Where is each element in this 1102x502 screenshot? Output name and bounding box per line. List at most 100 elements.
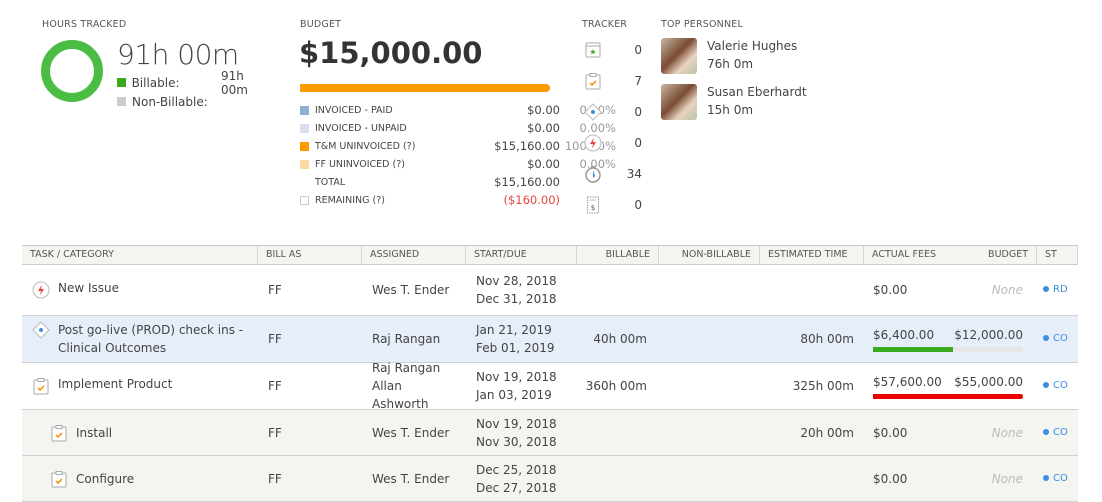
column-header[interactable]: TASK / CATEGORY bbox=[22, 246, 258, 264]
status-badge[interactable]: CO bbox=[1043, 330, 1072, 348]
tracker-item[interactable]: $0 bbox=[582, 189, 642, 220]
task-name[interactable]: Configure bbox=[76, 470, 134, 488]
column-header[interactable]: START/DUE bbox=[466, 246, 577, 264]
actual-fees: $0.00 bbox=[873, 471, 908, 486]
bill-as: FF bbox=[268, 332, 282, 346]
budget-breakdown: INVOICED - PAID$0.000.00%INVOICED - UNPA… bbox=[300, 101, 616, 209]
tracker-count: 0 bbox=[634, 135, 642, 150]
budget-row-name: INVOICED - PAID bbox=[300, 105, 460, 116]
column-header[interactable]: ESTIMATED TIME bbox=[760, 246, 864, 264]
budget-row-name: TOTAL bbox=[300, 177, 460, 188]
billable-swatch bbox=[117, 78, 126, 87]
status-badge[interactable]: RD bbox=[1043, 281, 1072, 299]
column-header[interactable]: BILL AS bbox=[258, 246, 362, 264]
tracker-count: 0 bbox=[634, 197, 642, 212]
task-budget: None bbox=[991, 471, 1023, 486]
table-row[interactable]: Post go-live (PROD) check ins - Clinical… bbox=[22, 316, 1078, 363]
budget-row-value: ($160.00) bbox=[503, 193, 560, 207]
actual-fees: $6,400.00 bbox=[873, 328, 935, 342]
tracker-item[interactable]: 0 bbox=[582, 127, 642, 158]
actual-fees: $0.00 bbox=[873, 283, 908, 297]
task-budget: $12,000.00 bbox=[954, 328, 1023, 342]
table-row[interactable]: Implement Product FF Raj Rangan Allan Ashwo… bbox=[22, 361, 1078, 413]
clipboard-check-icon bbox=[582, 70, 604, 92]
bill-as: FF bbox=[268, 471, 282, 486]
tracker-item[interactable]: 0 bbox=[582, 96, 642, 127]
column-header[interactable]: ASSIGNED bbox=[362, 246, 466, 264]
person-hours: 15h 0m bbox=[707, 103, 754, 117]
budget-swatch bbox=[300, 159, 309, 169]
bill-as: FF bbox=[268, 379, 282, 393]
task-name[interactable]: New Issue bbox=[58, 279, 119, 297]
task-name[interactable]: Post go-live (PROD) check ins - Clinical… bbox=[58, 321, 252, 357]
table-row[interactable]: New Issue FF Wes T. Ender Nov 28, 2018 Dec 3… bbox=[22, 265, 1078, 316]
tracker-count: 34 bbox=[626, 166, 642, 181]
budget-row: T&M UNINVOICED (?)$15,160.00100.00% bbox=[300, 137, 616, 155]
column-header[interactable]: NON-BILLABLE bbox=[659, 246, 760, 264]
calendar-star-icon: ★ bbox=[582, 39, 604, 61]
personnel-list: Valerie Hughes 76h 0m Susan Eberhardt 15h 0… bbox=[661, 38, 807, 130]
billable-label: Billable: bbox=[131, 75, 180, 90]
tracker-count: 0 bbox=[634, 42, 642, 57]
budget-row-value: $15,160.00 bbox=[494, 175, 560, 189]
top-personnel-label: TOP PERSONNEL bbox=[661, 19, 743, 30]
assignee[interactable]: Allan Ashworth bbox=[372, 377, 460, 413]
due-date: Feb 01, 2019 bbox=[476, 341, 555, 355]
column-header[interactable]: ST bbox=[1037, 246, 1078, 264]
estimated-time: 20h 00m bbox=[800, 425, 854, 440]
task-name[interactable]: Implement Product bbox=[58, 375, 172, 393]
assignee[interactable]: Wes T. Ender bbox=[372, 424, 460, 442]
fees-progress-fill bbox=[873, 347, 953, 352]
start-date: Dec 25, 2018 bbox=[476, 462, 557, 477]
stopwatch-icon bbox=[582, 163, 604, 185]
actual-fees: $0.00 bbox=[873, 425, 908, 440]
budget-progress-bar bbox=[300, 84, 550, 92]
tracker-item[interactable]: 7 bbox=[582, 65, 642, 96]
start-date: Nov 28, 2018 bbox=[476, 274, 557, 288]
column-header[interactable]: BUDGET bbox=[952, 246, 1037, 264]
budget-swatch bbox=[300, 141, 309, 151]
task-name[interactable]: Install bbox=[76, 424, 112, 442]
budget-amount: $15,000.00 bbox=[299, 36, 483, 70]
billable-hours: 360h 00m bbox=[585, 379, 647, 393]
budget-row-value: $0.00 bbox=[527, 157, 560, 171]
hours-total: 91h 00m bbox=[117, 38, 239, 71]
assignee[interactable]: Wes T. Ender bbox=[372, 470, 460, 488]
task-budget: None bbox=[991, 425, 1023, 440]
table-row[interactable]: Install FF Wes T. Ender Nov 19, 2018 Nov 30,… bbox=[22, 410, 1078, 456]
hours-donut-chart bbox=[41, 40, 103, 102]
svg-text:$: $ bbox=[591, 204, 595, 212]
budget-row-name: T&M UNINVOICED (?) bbox=[300, 141, 460, 152]
svg-text:★: ★ bbox=[589, 47, 596, 56]
status-badge[interactable]: CO bbox=[1043, 424, 1072, 442]
personnel-item[interactable]: Susan Eberhardt 15h 0m bbox=[661, 84, 807, 130]
task-budget: None bbox=[991, 283, 1023, 297]
assignee[interactable]: Wes T. Ender bbox=[372, 281, 460, 299]
tracker-item[interactable]: ★ 0 bbox=[582, 34, 642, 65]
budget-label: BUDGET bbox=[300, 19, 342, 30]
tracker-list: ★ 0 7 0 0 34 $0 bbox=[582, 34, 642, 220]
person-name: Valerie Hughes bbox=[707, 39, 798, 53]
estimated-time: 80h 00m bbox=[800, 332, 854, 346]
fees-progress-bar bbox=[873, 394, 1023, 399]
assignee[interactable]: Raj Rangan bbox=[372, 330, 460, 348]
status-badge[interactable]: CO bbox=[1043, 377, 1072, 395]
column-header[interactable]: ACTUAL FEES bbox=[864, 246, 952, 264]
issue-bolt-icon bbox=[582, 132, 604, 154]
column-header[interactable]: BILLABLE bbox=[577, 246, 659, 264]
clipboard-check-icon bbox=[32, 377, 50, 395]
table-row[interactable]: Configure FF Wes T. Ender Dec 25, 2018 Dec 2… bbox=[22, 456, 1078, 502]
budget-row-value: $15,160.00 bbox=[494, 139, 560, 153]
personnel-item[interactable]: Valerie Hughes 76h 0m bbox=[661, 38, 807, 84]
tracker-item[interactable]: 34 bbox=[582, 158, 642, 189]
bill-as: FF bbox=[268, 425, 282, 440]
due-date: Nov 30, 2018 bbox=[476, 434, 557, 449]
assignee[interactable]: Raj Rangan bbox=[372, 359, 460, 377]
avatar bbox=[661, 38, 697, 74]
status-badge[interactable]: CO bbox=[1043, 470, 1072, 488]
billable-value: 91h 00m bbox=[220, 68, 248, 97]
budget-row: FF UNINVOICED (?) $0.00 0.00% bbox=[300, 155, 616, 173]
receipt-icon: $ bbox=[582, 194, 604, 216]
task-budget: $55,000.00 bbox=[954, 375, 1023, 389]
due-date: Jan 03, 2019 bbox=[476, 388, 552, 402]
